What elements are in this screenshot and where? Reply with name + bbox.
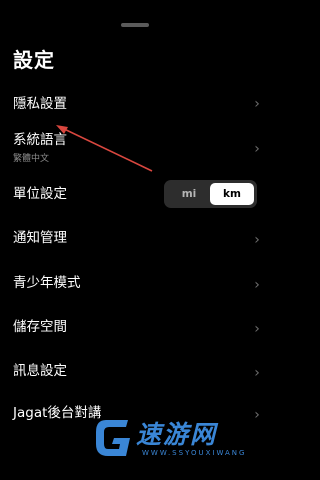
watermark-brand: 速游网 [136, 420, 218, 449]
watermark-sub: WWW.SSYOUXIWANG [142, 449, 247, 457]
annotation-arrow [56, 125, 153, 172]
watermark-logo: 速游网 WWW.SSYOUXIWANG [92, 410, 267, 472]
watermark-g-icon [96, 420, 130, 456]
